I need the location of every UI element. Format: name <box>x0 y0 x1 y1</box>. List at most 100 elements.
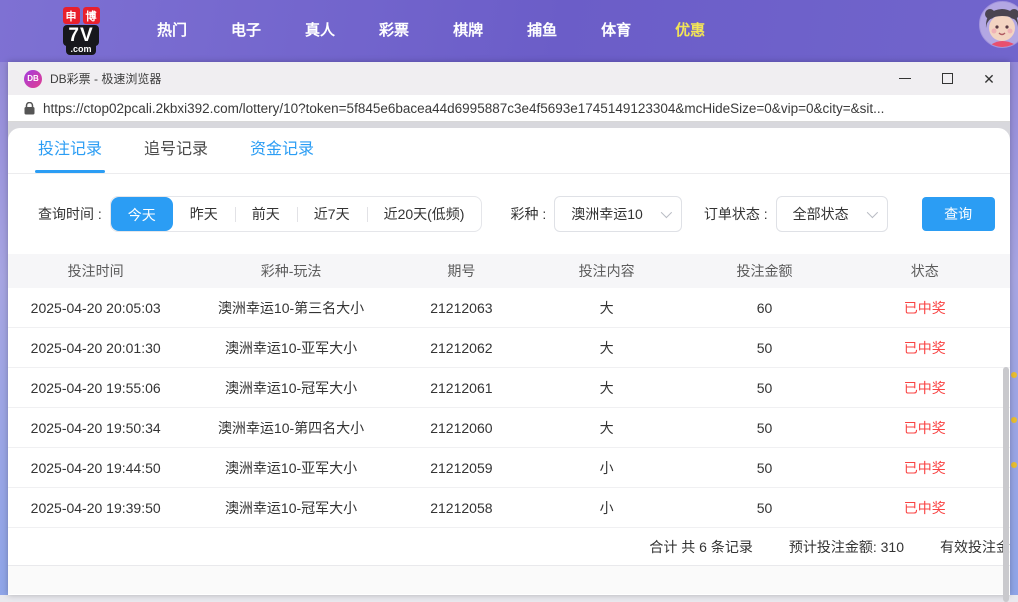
record-tab[interactable]: 资金记录 <box>250 128 314 174</box>
col-header-issue: 期号 <box>447 263 476 279</box>
bet-records-table: 投注时间 彩种-玩法 期号 投注内容 投注金额 状态 2025-04-20 20… <box>8 254 1010 528</box>
nav-item[interactable]: 捕鱼 <box>505 0 579 62</box>
cell-bet-time: 2025-04-20 20:01:30 <box>30 339 161 356</box>
cell-issue: 21212061 <box>430 379 493 396</box>
time-range-option[interactable]: 前天 <box>234 197 297 231</box>
site-logo[interactable]: 申 博 7V .com <box>55 7 107 55</box>
maximize-button[interactable] <box>926 62 968 95</box>
avatar-image <box>980 2 1018 47</box>
nav-item[interactable]: 彩票 <box>357 0 431 62</box>
window-scrollbar[interactable] <box>1003 367 1009 602</box>
lock-icon <box>24 101 35 114</box>
chevron-down-icon <box>660 206 672 219</box>
col-header-bet-amount: 投注金额 <box>736 263 793 279</box>
table-row: 2025-04-20 19:44:50 澳洲幸运10-亚军大小 21212059… <box>8 448 1010 488</box>
cell-bet-amount: 50 <box>756 339 773 356</box>
time-range-group: 今天 昨天 前天 近7天 近20天(低频) <box>109 196 483 232</box>
cell-bet-amount: 50 <box>756 379 773 396</box>
cell-bet-content: 大 <box>599 339 614 356</box>
record-tabs: 投注记录 追号记录 资金记录 <box>8 128 1010 174</box>
table-row: 2025-04-20 19:39:50 澳洲幸运10-冠军大小 21212058… <box>8 488 1010 528</box>
cell-issue: 21212062 <box>430 339 493 356</box>
records-card: 投注记录 追号记录 资金记录 查询时间 : 今天 昨天 前天 近7天 近20天(低频) 彩种… <box>8 128 1010 594</box>
address-bar[interactable]: https://ctop02pcali.2kbxi392.com/lottery… <box>8 95 1010 122</box>
lottery-select[interactable]: 澳洲幸运10 <box>554 196 682 232</box>
page-content: 投注记录 追号记录 资金记录 查询时间 : 今天 昨天 前天 近7天 近20天(低频) 彩种… <box>8 122 1010 594</box>
close-button[interactable]: ✕ <box>968 62 1010 95</box>
status-badge: 已中奖 <box>903 299 946 316</box>
site-topbar: 申 博 7V .com 热门 电子 真人 彩票 棋牌 捕鱼 体育 优惠 <box>0 0 1018 62</box>
cell-issue: 21212059 <box>430 459 493 476</box>
nav-item[interactable]: 真人 <box>283 0 357 62</box>
maximize-icon <box>941 73 953 84</box>
cell-lottery-play: 澳洲幸运10-亚军大小 <box>224 339 358 356</box>
time-range-option[interactable]: 今天 <box>110 197 173 231</box>
search-button[interactable]: 查询 <box>921 197 995 231</box>
logo-suffix: .com <box>66 45 96 55</box>
cell-bet-time: 2025-04-20 19:44:50 <box>30 459 161 476</box>
cell-issue: 21212063 <box>430 299 493 316</box>
cell-bet-amount: 50 <box>756 419 773 436</box>
time-range-option[interactable]: 近7天 <box>296 197 367 231</box>
col-header-bet-content: 投注内容 <box>578 263 635 279</box>
col-header-bet-time: 投注时间 <box>67 263 124 279</box>
site-nav: 热门 电子 真人 彩票 棋牌 捕鱼 体育 优惠 <box>135 0 727 62</box>
status-badge: 已中奖 <box>903 499 946 516</box>
logo-badge-2: 博 <box>82 7 100 24</box>
decor-blob <box>1011 417 1017 423</box>
status-badge: 已中奖 <box>903 419 946 436</box>
cell-bet-content: 大 <box>599 379 614 396</box>
col-header-status: 状态 <box>910 263 939 279</box>
cell-lottery-play: 澳洲幸运10-冠军大小 <box>224 499 358 516</box>
cell-bet-time: 2025-04-20 19:39:50 <box>30 499 161 516</box>
status-badge: 已中奖 <box>903 459 946 476</box>
close-icon: ✕ <box>983 70 995 87</box>
time-filter-label: 查询时间 : <box>38 206 102 222</box>
lottery-select-value: 澳洲幸运10 <box>571 206 643 222</box>
order-status-value: 全部状态 <box>792 206 849 222</box>
url-text: https://ctop02pcali.2kbxi392.com/lottery… <box>43 100 885 116</box>
record-tab[interactable]: 追号记录 <box>144 128 208 174</box>
user-avatar[interactable] <box>979 1 1018 48</box>
cell-lottery-play: 澳洲幸运10-第三名大小 <box>217 299 365 316</box>
status-badge: 已中奖 <box>903 379 946 396</box>
filter-row: 查询时间 : 今天 昨天 前天 近7天 近20天(低频) 彩种 : 澳洲幸运10 订单状… <box>38 196 1010 232</box>
lottery-filter-label: 彩种 : <box>510 206 547 222</box>
minimize-button[interactable] <box>884 62 926 95</box>
table-row: 2025-04-20 20:05:03 澳洲幸运10-第三名大小 2121206… <box>8 288 1010 328</box>
summary-expected-amount: 预计投注金额: 310 <box>788 538 904 555</box>
cell-bet-time: 2025-04-20 19:55:06 <box>30 379 161 396</box>
page-left-edge <box>0 62 8 595</box>
nav-item[interactable]: 热门 <box>135 0 209 62</box>
cell-bet-content: 大 <box>599 299 614 316</box>
cell-bet-amount: 50 <box>756 499 773 516</box>
summary-valid-amount: 有效投注金额 <box>940 538 1010 555</box>
cell-lottery-play: 澳洲幸运10-第四名大小 <box>217 419 365 436</box>
nav-item[interactable]: 电子 <box>209 0 283 62</box>
cell-lottery-play: 澳洲幸运10-冠军大小 <box>224 379 358 396</box>
page-right-edge <box>1010 62 1018 595</box>
window-titlebar[interactable]: DB DB彩票 - 极速浏览器 ✕ <box>8 62 1010 95</box>
table-row: 2025-04-20 19:50:34 澳洲幸运10-第四名大小 2121206… <box>8 408 1010 448</box>
browser-window: DB DB彩票 - 极速浏览器 ✕ https://ctop02pcali.2k… <box>8 62 1010 602</box>
time-range-option[interactable]: 近20天(低频) <box>366 197 482 231</box>
window-controls: ✕ <box>884 62 1010 95</box>
record-tab[interactable]: 投注记录 <box>34 128 106 174</box>
cell-bet-amount: 50 <box>756 459 773 476</box>
cell-bet-time: 2025-04-20 20:05:03 <box>30 299 161 316</box>
cell-bet-amount: 60 <box>756 299 773 316</box>
time-range-option[interactable]: 昨天 <box>173 197 235 231</box>
nav-item[interactable]: 体育 <box>579 0 653 62</box>
minimize-icon <box>899 78 911 79</box>
cell-bet-time: 2025-04-20 19:50:34 <box>30 419 161 436</box>
decor-blob <box>1011 462 1017 468</box>
cell-bet-content: 小 <box>599 459 614 476</box>
app-icon: DB <box>24 69 42 88</box>
table-row: 2025-04-20 19:55:06 澳洲幸运10-冠军大小 21212061… <box>8 368 1010 408</box>
table-row: 2025-04-20 20:01:30 澳洲幸运10-亚军大小 21212062… <box>8 328 1010 368</box>
order-status-select[interactable]: 全部状态 <box>775 196 888 232</box>
nav-item[interactable]: 优惠 <box>653 0 727 62</box>
logo-badge-1: 申 <box>62 7 80 24</box>
nav-item[interactable]: 棋牌 <box>431 0 505 62</box>
status-badge: 已中奖 <box>903 339 946 356</box>
